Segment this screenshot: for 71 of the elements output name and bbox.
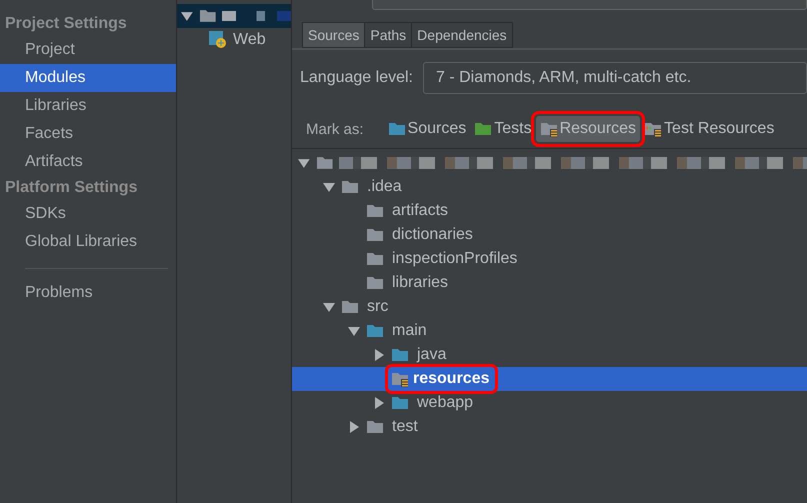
tree-row[interactable]: src [292,295,807,319]
mark-as-button[interactable]: Sources [384,116,470,142]
tree-row[interactable]: test [292,415,807,439]
sidebar-item[interactable]: Project [0,36,176,64]
folder-icon [366,251,384,267]
folder-icon [366,275,384,291]
sidebar-item[interactable]: Libraries [0,92,176,120]
expand-arrow-icon[interactable] [373,397,385,409]
selected-row[interactable]: resources [292,367,807,391]
tab[interactable]: Dependencies [411,22,513,48]
folder-icon [391,395,409,411]
collapse-arrow-icon[interactable] [323,181,335,193]
section-header: Project Settings [4,14,128,34]
folder-icon [366,419,384,435]
module-folder-icon [198,8,216,24]
tree-row[interactable]: webapp [292,391,807,415]
collapse-arrow-icon[interactable] [298,157,310,169]
folder-icon [391,347,409,363]
tree-row[interactable]: artifacts [292,199,807,223]
folder-icon [341,299,359,315]
expand-arrow-icon[interactable] [348,421,360,433]
section-header: Platform Settings [4,178,138,198]
expand-arrow-icon[interactable] [373,349,385,361]
tab[interactable]: Sources [302,22,364,48]
mark-as-button[interactable]: Resources [536,116,640,142]
blurred-text [222,11,291,21]
mark-as-button[interactable]: Test Resources [640,116,778,142]
collapse-arrow-icon[interactable] [181,10,193,22]
folder-icon [366,203,384,219]
collapse-arrow-icon[interactable] [323,301,335,313]
sidebar-item[interactable]: Artifacts [0,148,176,176]
tree-row[interactable]: .idea [292,175,807,199]
folder-name[interactable]: .idea [365,178,404,196]
folder-icon [474,121,492,137]
sidebar-item[interactable]: SDKs [0,200,176,228]
tree-row[interactable]: Web [177,28,291,52]
sidebar-item[interactable]: Facets [0,120,176,148]
folder-name[interactable]: main [390,322,429,340]
mark-as-label: Mark as: [306,120,364,138]
tree-row[interactable]: inspectionProfiles [292,247,807,271]
folder-name[interactable]: java [415,346,448,364]
folder-name[interactable]: artifacts [390,202,450,220]
sidebar-item[interactable]: Problems [0,279,176,307]
sidebar-item[interactable]: Modules [0,64,176,92]
tree-row[interactable]: dictionaries [292,223,807,247]
web-facet-icon [209,31,227,49]
tree-row[interactable]: libraries [292,271,807,295]
folder-icon [316,155,334,171]
tree-row[interactable]: java [292,343,807,367]
folder-icon [391,371,409,387]
selected-row[interactable] [177,4,291,28]
sidebar-item[interactable]: Global Libraries [0,228,176,256]
folder-name[interactable]: src [365,298,390,316]
folder-icon [540,121,558,137]
language-level-label: Language level: [300,69,413,87]
folder-icon [644,121,662,137]
folder-name[interactable]: dictionaries [390,226,475,244]
collapse-arrow-icon[interactable] [348,325,360,337]
mark-as-button[interactable]: Tests [470,116,536,142]
folder-name[interactable]: webapp [415,394,476,412]
folder-icon [341,179,359,195]
folder-name[interactable]: test [390,418,420,436]
module-name: Web [233,31,266,49]
folder-icon [388,121,406,137]
tab[interactable]: Paths [364,22,412,48]
folder-icon [366,227,384,243]
folder-name[interactable]: libraries [390,274,450,292]
language-level-dropdown[interactable]: 7 - Diamonds, ARM, multi-catch etc. [422,62,807,94]
tree-row[interactable]: main [292,319,807,343]
folder-name[interactable]: inspectionProfiles [390,250,520,268]
folder-icon [366,323,384,339]
